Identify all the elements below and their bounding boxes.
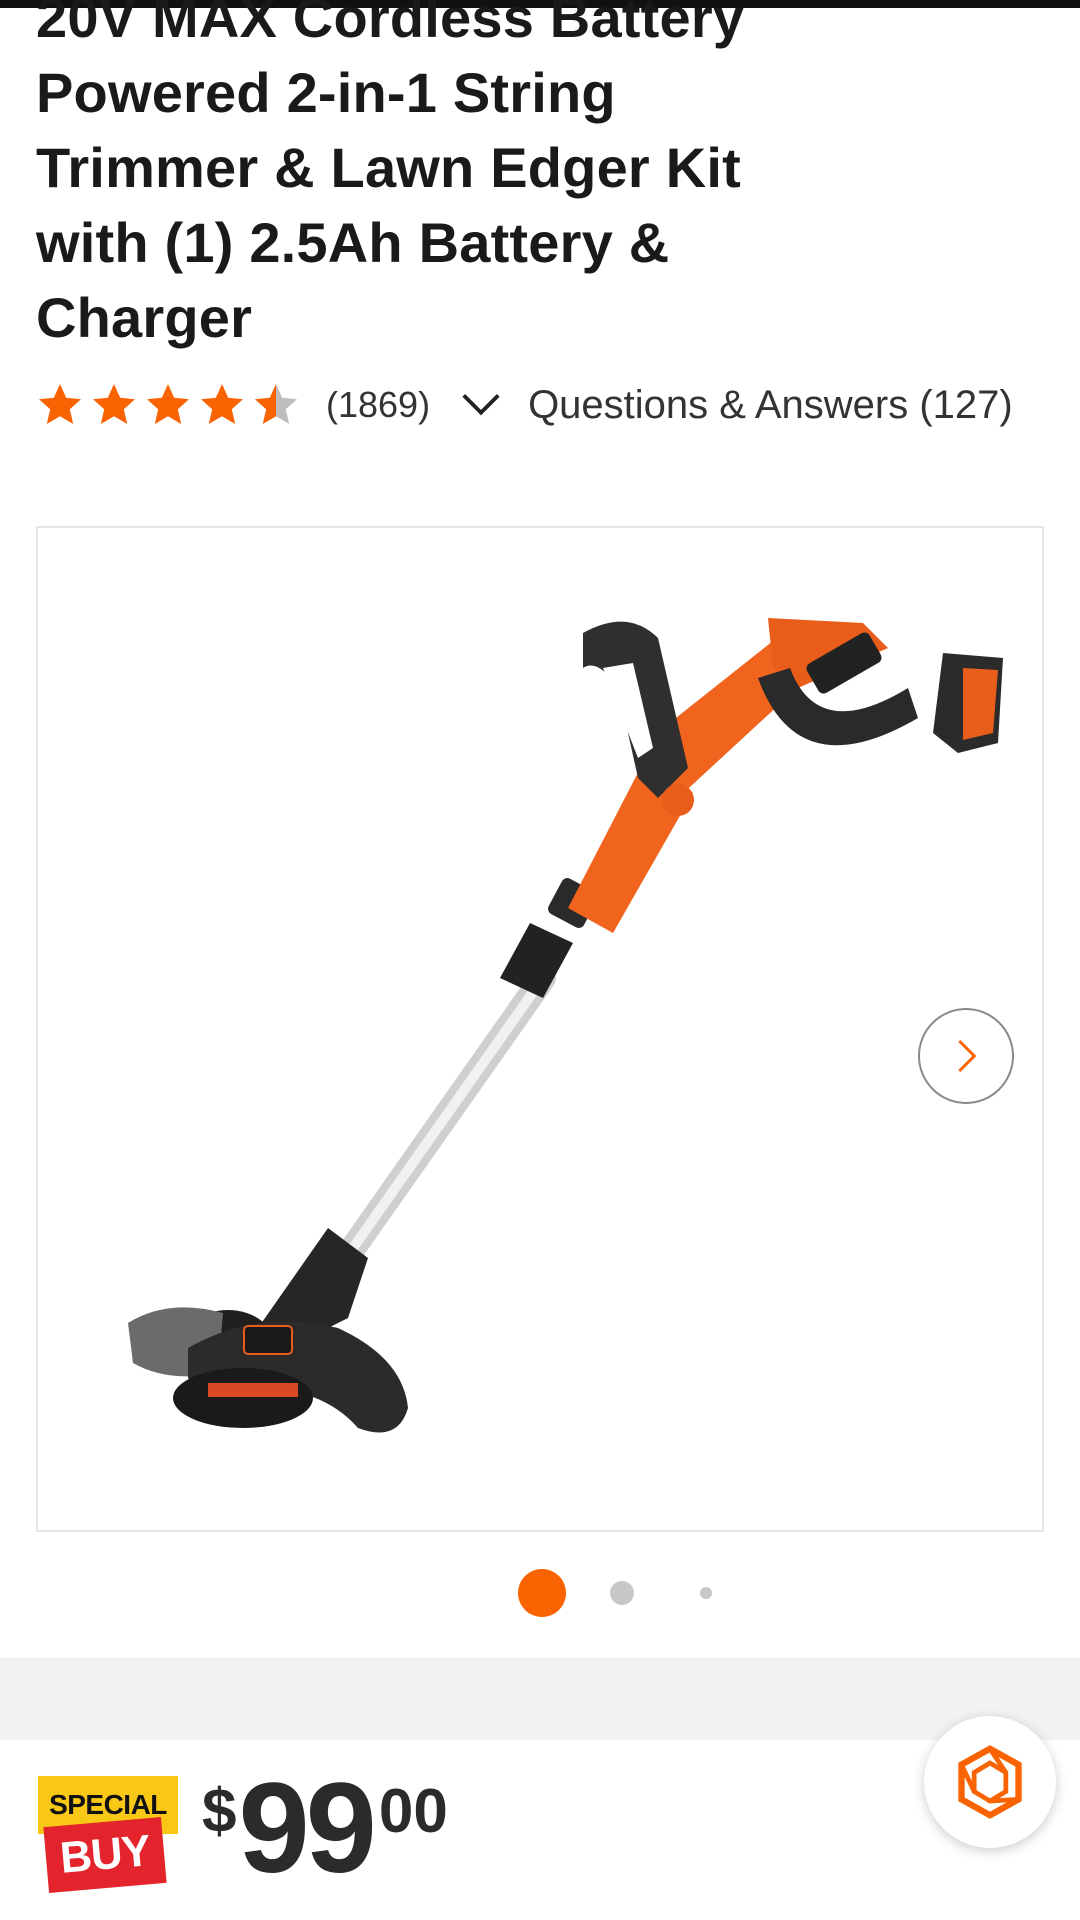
product-title-line: 20V MAX Cordless Battery	[36, 0, 745, 49]
product-image[interactable]	[36, 526, 1044, 1532]
review-count[interactable]: (1869)	[326, 384, 430, 426]
product-title-line: Trimmer & Lawn Edger Kit	[36, 136, 741, 199]
star-icon	[93, 384, 135, 424]
chevron-down-icon[interactable]	[458, 382, 504, 428]
product-title-line: Powered 2-in-1 String	[36, 61, 616, 124]
product-title-line: with (1) 2.5Ah Battery &	[36, 211, 670, 274]
product-price: $ 99 00	[202, 1764, 448, 1914]
rating-row[interactable]: (1869) Questions & Answers (127)	[36, 375, 1013, 435]
price-dollars: 99	[238, 1757, 376, 1900]
pagination-dot-active[interactable]	[518, 1569, 566, 1617]
chat-assistant-button[interactable]	[924, 1716, 1056, 1848]
product-title-line: Charger	[36, 286, 253, 349]
currency-symbol: $	[202, 1777, 237, 1846]
string-trimmer-image	[128, 618, 1003, 1433]
pagination-dot[interactable]	[700, 1587, 712, 1599]
next-image-button[interactable]	[918, 1008, 1014, 1104]
hexagon-chat-icon	[958, 1745, 1022, 1819]
special-buy-badge: SPECIAL BUY	[38, 1776, 184, 1896]
product-title: 20V MAX Cordless Battery Powered 2-in-1 …	[36, 0, 836, 355]
questions-answers-link[interactable]: Questions & Answers (127)	[528, 383, 1013, 428]
star-icon	[39, 384, 81, 424]
price-cents: 00	[378, 1777, 448, 1846]
chevron-right-icon	[958, 1039, 977, 1073]
star-icon	[147, 384, 189, 424]
star-rating[interactable]	[36, 381, 300, 429]
star-half-icon	[255, 384, 297, 424]
gallery-pagination[interactable]	[518, 1568, 712, 1618]
star-icon	[201, 384, 243, 424]
section-divider	[0, 1658, 1080, 1740]
pagination-dot[interactable]	[610, 1581, 634, 1605]
badge-buy-text: BUY	[43, 1816, 167, 1894]
